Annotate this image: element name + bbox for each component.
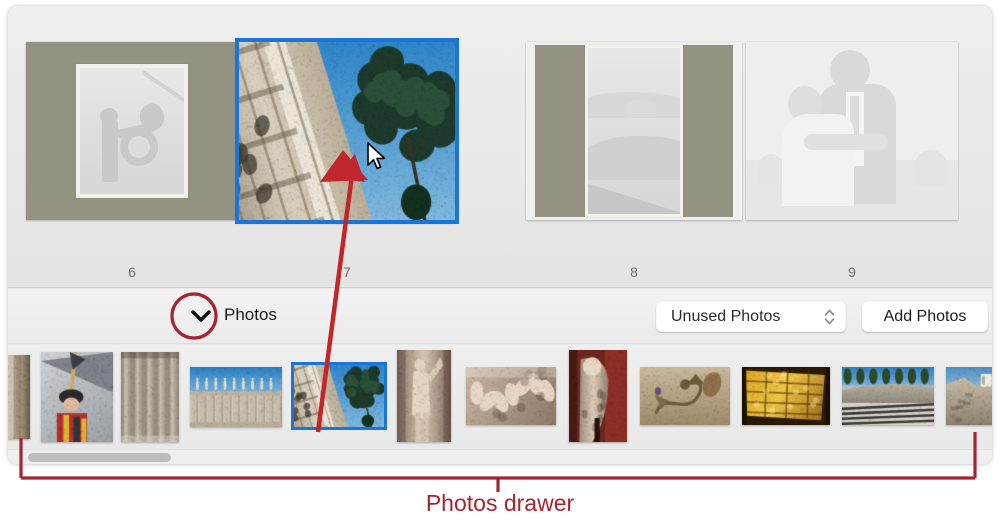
drawer-thumbnail[interactable] (466, 367, 556, 425)
drawer-thumbnail[interactable] (569, 350, 627, 442)
page-slot-9[interactable]: 9 (746, 42, 958, 220)
page-photo-monument (239, 42, 455, 220)
drawer-thumbnail[interactable] (640, 367, 730, 425)
page-bar-right (683, 45, 733, 217)
drawer-thumbnail[interactable] (742, 367, 830, 425)
screenshot-root: 6 7 8 9 Photos Unused Photos Add Photos … (0, 0, 1000, 524)
drawer-thumbnail-selected[interactable] (294, 365, 384, 427)
drawer-thumbnail[interactable] (190, 367, 282, 427)
drawer-thumbnail[interactable] (8, 355, 30, 439)
page-number-label: 8 (526, 264, 742, 280)
page-thumbnail-8[interactable] (526, 42, 742, 220)
chevron-down-icon (190, 309, 212, 323)
drawer-thumbnail[interactable] (842, 367, 934, 425)
drawer-thumbnail[interactable] (41, 352, 113, 442)
drawer-thumbnail[interactable] (946, 367, 992, 425)
photo-filter-popup-button[interactable]: Unused Photos (656, 301, 846, 332)
photos-drawer-strip[interactable] (8, 345, 992, 448)
photos-disclosure-toggle[interactable] (184, 299, 218, 333)
placeholder-peak (626, 100, 656, 114)
placeholder-bride-dress (782, 114, 854, 206)
page-thumbnail-7[interactable] (239, 42, 455, 220)
photo-filter-value: Unused Photos (656, 308, 824, 326)
mouse-cursor-icon (366, 142, 388, 172)
up-down-stepper-icon (824, 307, 846, 327)
drawer-scrollbar-thumb[interactable] (28, 453, 171, 462)
photos-drawer-toolbar: Photos Unused Photos Add Photos (8, 289, 992, 344)
page-thumbnail-9[interactable] (746, 42, 958, 220)
page-number-label: 7 (239, 264, 455, 280)
book-page-canvas[interactable]: 6 7 8 9 (8, 6, 992, 288)
page-photo-placeholder (76, 64, 188, 198)
placeholder-embrace-arm (804, 134, 888, 150)
page-number-label: 9 (746, 264, 958, 280)
placeholder-bush-left (758, 154, 784, 184)
page-photo-placeholder (746, 42, 958, 220)
page-bar-left (535, 45, 585, 217)
page-slot-8[interactable]: 8 (526, 42, 742, 220)
page-slot-7[interactable]: 7 (239, 42, 455, 220)
placeholder-figure-body (102, 120, 118, 182)
drawer-thumbnail[interactable] (397, 350, 451, 442)
page-slot-6[interactable]: 6 (26, 42, 238, 220)
page-photo-placeholder (585, 45, 683, 217)
placeholder-figure-head (100, 108, 118, 123)
placeholder-ring (120, 128, 158, 166)
application-window: 6 7 8 9 Photos Unused Photos Add Photos (8, 6, 992, 464)
drawer-thumbnail[interactable] (121, 352, 179, 442)
placeholder-near-hill (585, 136, 683, 180)
page-thumbnail-6[interactable] (26, 42, 238, 220)
placeholder-bush-right (914, 150, 948, 186)
annotation-caption: Photos drawer (0, 490, 1000, 517)
add-photos-button[interactable]: Add Photos (862, 301, 988, 332)
drawer-scrollbar-track[interactable] (8, 449, 992, 464)
page-number-label: 6 (26, 264, 238, 280)
photos-drawer-title: Photos (224, 305, 277, 325)
